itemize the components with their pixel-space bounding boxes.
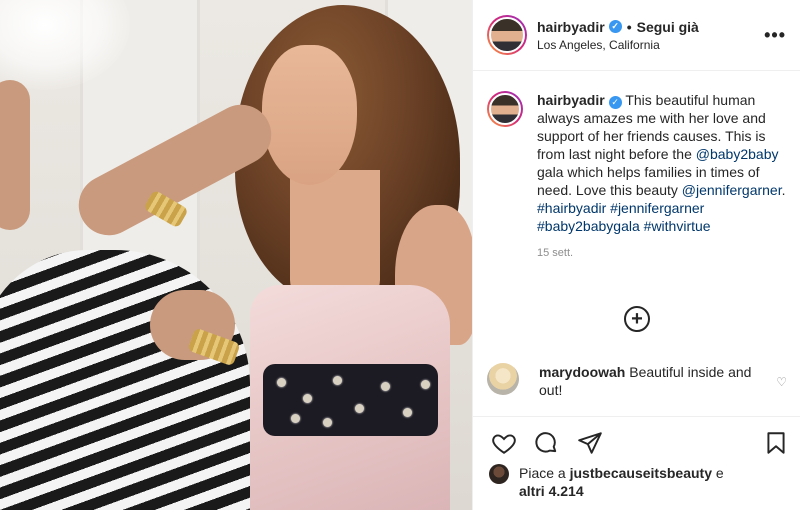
- post-caption: hairbyadir ✓ This beautiful human always …: [473, 71, 800, 262]
- verified-badge-icon: ✓: [608, 95, 622, 109]
- following-button[interactable]: Segui già: [637, 19, 699, 35]
- post-location[interactable]: Los Angeles, California: [537, 38, 764, 52]
- comment-bubble-icon[interactable]: [533, 430, 559, 456]
- action-bar: [473, 416, 800, 470]
- mention-link[interactable]: @baby2baby: [696, 146, 779, 162]
- hashtag-link[interactable]: #withvirtue: [644, 218, 711, 234]
- stylist-face: [0, 80, 30, 230]
- hashtag-link[interactable]: #baby2babygala: [537, 218, 640, 234]
- paper-plane-icon[interactable]: [577, 430, 603, 456]
- verified-badge-icon: ✓: [608, 20, 622, 33]
- commenter-avatar[interactable]: [487, 363, 519, 395]
- likes-summary: Piace a justbecauseitsbeauty e altri 4.2…: [489, 464, 789, 500]
- liker-avatar[interactable]: [489, 464, 509, 484]
- post-timestamp[interactable]: 15 sett.: [537, 244, 786, 262]
- caption-text: .: [781, 182, 786, 198]
- jeweled-belt: [263, 364, 438, 436]
- more-options-icon[interactable]: •••: [764, 25, 786, 46]
- post-details-panel: hairbyadir ✓ • Segui già Los Angeles, Ca…: [472, 0, 800, 510]
- woman-neck: [290, 170, 380, 300]
- post-photo[interactable]: [0, 0, 472, 510]
- liker-username[interactable]: justbecauseitsbeauty: [570, 465, 712, 481]
- striped-shirt: [0, 250, 250, 510]
- woman-face: [262, 45, 357, 185]
- post-header: hairbyadir ✓ • Segui già Los Angeles, Ca…: [473, 0, 800, 71]
- header-separator: •: [626, 18, 632, 35]
- likes-mid: e: [711, 465, 724, 481]
- caption-avatar[interactable]: [487, 91, 523, 127]
- commenter-username[interactable]: marydoowah: [539, 364, 625, 380]
- heart-icon[interactable]: [491, 430, 517, 456]
- author-avatar[interactable]: [487, 15, 527, 55]
- likes-prefix: Piace a: [519, 465, 570, 481]
- author-username[interactable]: hairbyadir: [537, 19, 605, 35]
- comment-item: marydoowah Beautiful inside and out! ♡: [487, 363, 787, 399]
- plus-circle-icon[interactable]: +: [624, 306, 650, 332]
- hashtag-link[interactable]: #jennifergarner: [610, 200, 704, 216]
- bookmark-icon[interactable]: [763, 430, 789, 456]
- hashtag-link[interactable]: #hairbyadir: [537, 200, 606, 216]
- caption-username[interactable]: hairbyadir: [537, 92, 605, 108]
- likes-count[interactable]: altri 4.214: [519, 483, 584, 499]
- comment-like-heart-icon[interactable]: ♡: [776, 375, 787, 389]
- mention-link[interactable]: @jennifergarner: [682, 182, 782, 198]
